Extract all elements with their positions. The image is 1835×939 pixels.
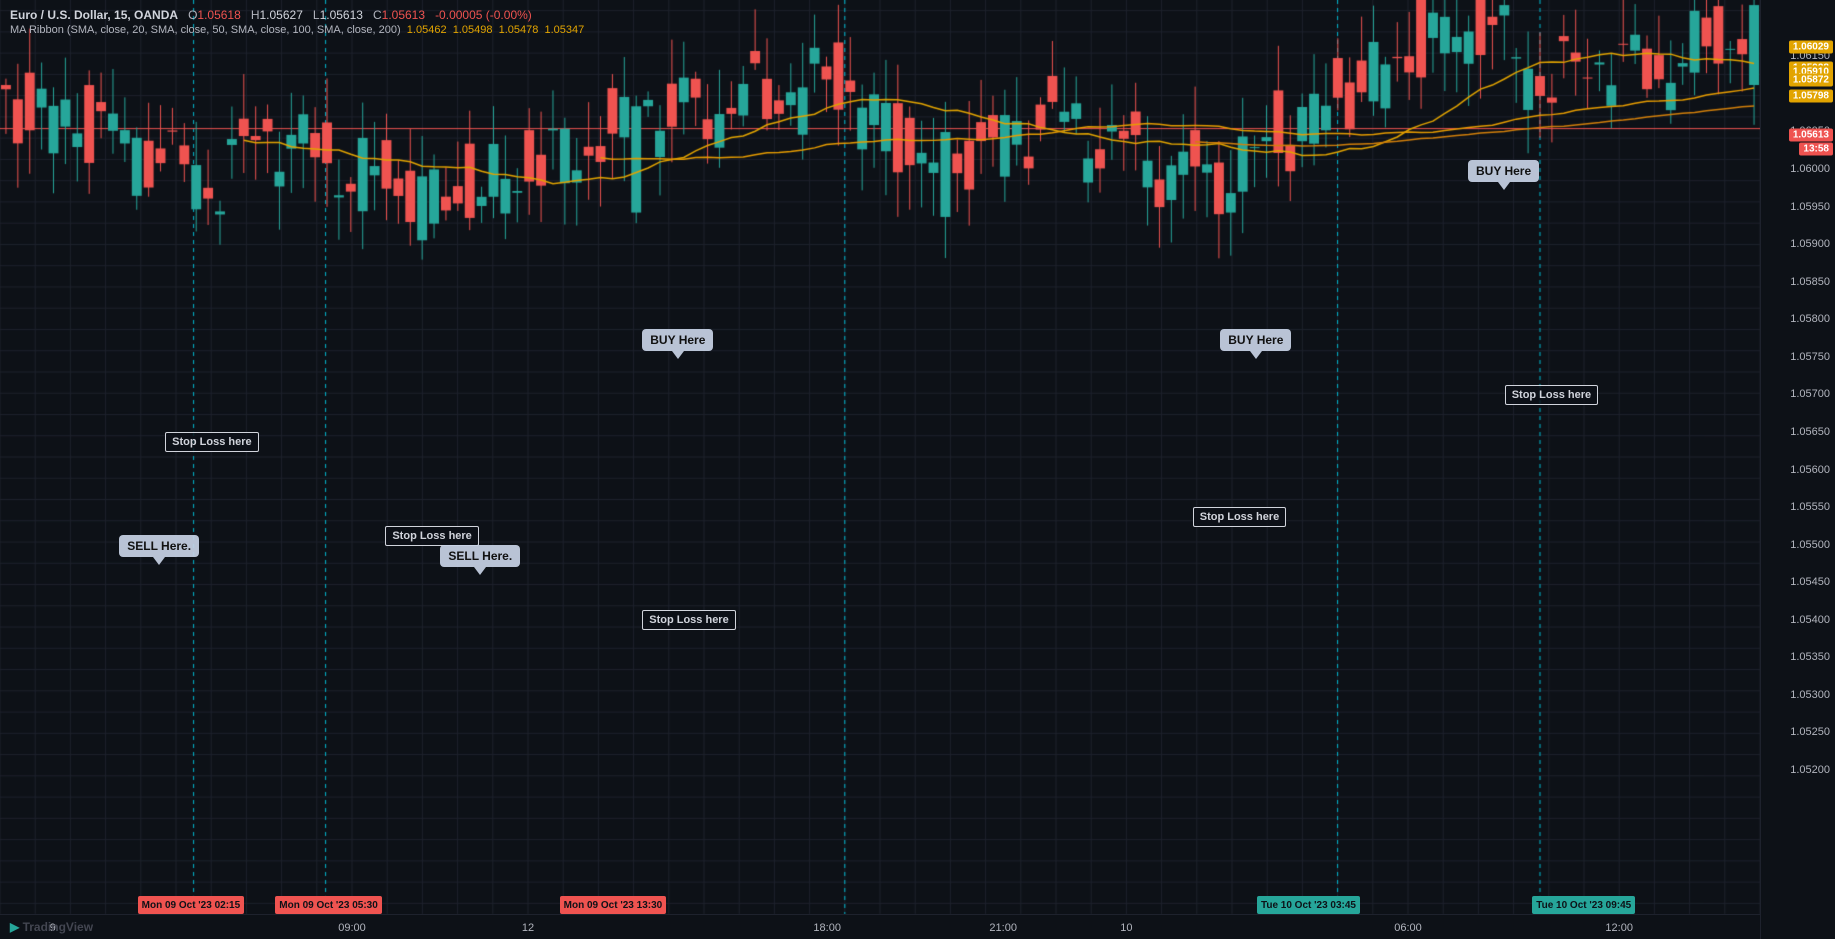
sma50-val: 1.05498 — [453, 24, 493, 36]
annotation-box: Stop Loss here — [1193, 507, 1286, 527]
annotation-bubble: SELL Here. — [440, 545, 520, 567]
chart-container: Euro / U.S. Dollar, 15, OANDA O1.05618 H… — [0, 0, 1835, 939]
ohlc-low: 1.05613 — [320, 8, 363, 22]
session-badge: Mon 09 Oct '23 02:15 — [138, 896, 245, 914]
time-label: 21:00 — [989, 922, 1017, 934]
tradingview-logo: ▶ TradingView — [10, 920, 93, 934]
price-label: 1.05900 — [1790, 238, 1830, 250]
price-label: 1.05500 — [1790, 539, 1830, 551]
price-label: 1.05450 — [1790, 576, 1830, 588]
time-label: 12:00 — [1605, 922, 1633, 934]
session-badge: Tue 10 Oct '23 03:45 — [1257, 896, 1360, 914]
ohlc-high: 1.05627 — [259, 8, 302, 22]
price-badge: 1.05872 — [1789, 74, 1833, 87]
annotation-bubble: BUY Here — [642, 329, 713, 351]
price-label: 1.06000 — [1790, 163, 1830, 175]
price-axis: 1.061501.061001.060501.060001.059501.059… — [1760, 0, 1835, 939]
chart-header: Euro / U.S. Dollar, 15, OANDA O1.05618 H… — [10, 8, 584, 36]
price-label: 1.05600 — [1790, 464, 1830, 476]
price-label: 1.05750 — [1790, 351, 1830, 363]
time-label: 18:00 — [813, 922, 841, 934]
price-badge: 13:58 — [1799, 142, 1833, 155]
session-badge: Mon 09 Oct '23 05:30 — [275, 896, 382, 914]
annotation-box: Stop Loss here — [385, 526, 478, 546]
ohlc-close: 1.05613 — [382, 8, 425, 22]
price-label: 1.05400 — [1790, 614, 1830, 626]
price-label: 1.05800 — [1790, 313, 1830, 325]
annotation-box: Stop Loss here — [642, 610, 735, 630]
ohlc-header: Euro / U.S. Dollar, 15, OANDA O1.05618 H… — [10, 8, 584, 22]
price-label: 1.05200 — [1790, 764, 1830, 776]
sma20-val: 1.05462 — [407, 24, 447, 36]
price-label: 1.05850 — [1790, 276, 1830, 288]
ohlc-open: 1.05618 — [197, 8, 240, 22]
annotation-box: Stop Loss here — [1505, 385, 1598, 405]
price-label: 1.05350 — [1790, 651, 1830, 663]
time-label: 06:00 — [1394, 922, 1422, 934]
price-badge: 1.05798 — [1789, 90, 1833, 103]
price-chart — [0, 0, 1835, 939]
sma200-val: 1.05347 — [544, 24, 584, 36]
time-label: 10 — [1120, 922, 1132, 934]
time-label: 09:00 — [338, 922, 366, 934]
price-label: 1.05650 — [1790, 426, 1830, 438]
price-label: 1.05550 — [1790, 501, 1830, 513]
price-change: -0.00005 (-0.00%) — [435, 8, 532, 22]
price-label: 1.05250 — [1790, 726, 1830, 738]
session-badge: Tue 10 Oct '23 09:45 — [1532, 896, 1635, 914]
price-label: 1.05700 — [1790, 388, 1830, 400]
pair-label: Euro / U.S. Dollar, 15, OANDA — [10, 8, 178, 22]
sma100-val: 1.05478 — [499, 24, 539, 36]
session-badge: Mon 09 Oct '23 13:30 — [560, 896, 667, 914]
price-badge: 1.05613 — [1789, 129, 1833, 142]
annotation-box: Stop Loss here — [165, 432, 258, 452]
annotation-bubble: BUY Here — [1220, 329, 1291, 351]
time-label: 12 — [522, 922, 534, 934]
price-label: 1.05300 — [1790, 689, 1830, 701]
time-axis: 909:001218:0021:001006:0012:00 — [0, 914, 1760, 939]
annotation-bubble: BUY Here — [1468, 160, 1539, 182]
ma-ribbon-header: MA Ribbon (SMA, close, 20, SMA, close, 5… — [10, 24, 584, 36]
price-badge: 1.06029 — [1789, 40, 1833, 53]
price-label: 1.05950 — [1790, 201, 1830, 213]
annotation-bubble: SELL Here. — [119, 535, 199, 557]
